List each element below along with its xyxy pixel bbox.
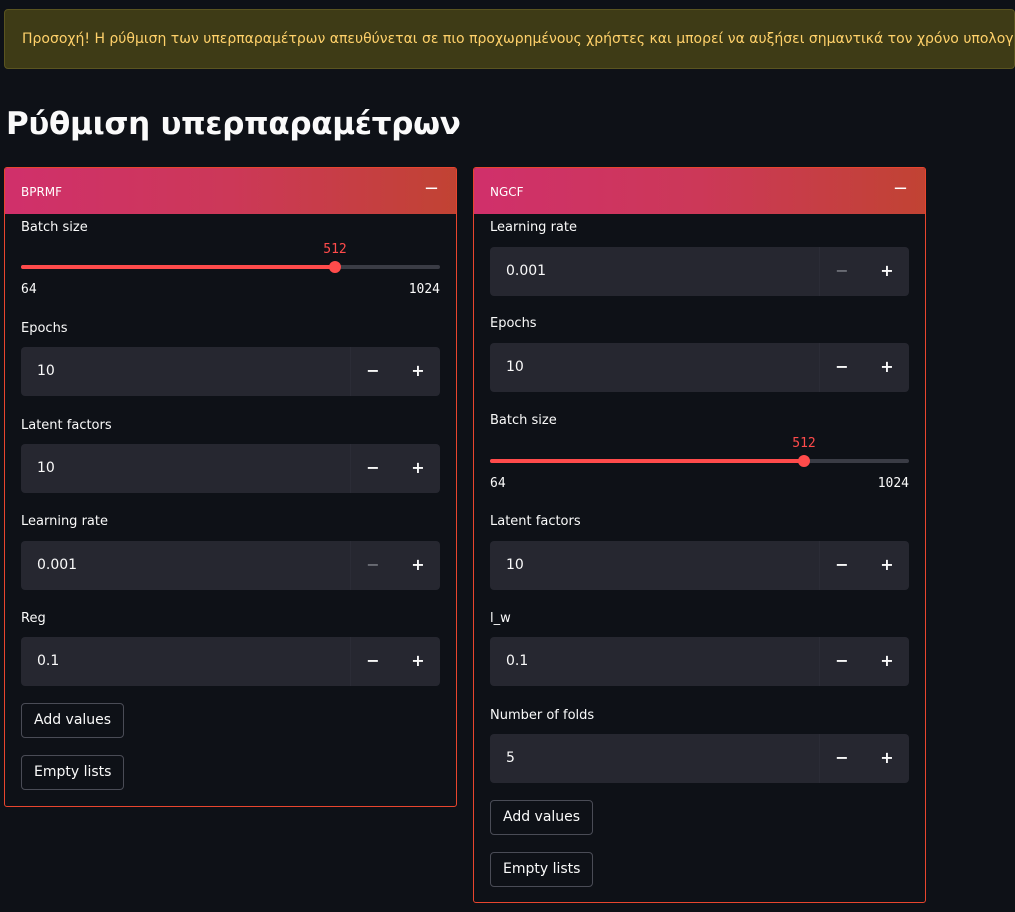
decrement-button[interactable]: − bbox=[358, 358, 388, 384]
warning-banner: Προσοχή! Η ρύθμιση των υπερπαραμέτρων απ… bbox=[4, 9, 1015, 69]
ngcf-add-values-button[interactable]: Add values bbox=[490, 800, 594, 835]
bprmf-empty-lists-button[interactable]: Empty lists bbox=[21, 755, 125, 790]
bprmf-reg-input[interactable]: 0.1 − + bbox=[21, 637, 440, 686]
ngcf-l-w-label: l_w bbox=[490, 611, 511, 626]
decrement-button[interactable]: − bbox=[827, 552, 857, 578]
bprmf-reg-label: Reg bbox=[21, 611, 46, 626]
ngcf-learning-rate-input[interactable]: 0.001 − + bbox=[490, 247, 909, 296]
input-value[interactable]: 0.1 bbox=[506, 653, 528, 669]
increment-button[interactable]: + bbox=[872, 258, 902, 284]
decrement-button[interactable]: − bbox=[827, 258, 857, 284]
decrement-button[interactable]: − bbox=[358, 648, 388, 674]
ngcf-expander: NGCF − Learning rate 0.001 − + Epochs 10… bbox=[473, 167, 926, 903]
input-value[interactable]: 5 bbox=[506, 750, 515, 766]
page-title: Ρύθμιση υπερπαραμέτρων bbox=[6, 106, 461, 142]
slider-current-value: 512 bbox=[323, 242, 347, 257]
bprmf-epochs-label: Epochs bbox=[21, 321, 68, 336]
ngcf-epochs-label: Epochs bbox=[490, 316, 537, 331]
increment-button[interactable]: + bbox=[872, 354, 902, 380]
bprmf-add-values-button[interactable]: Add values bbox=[21, 703, 125, 738]
ngcf-epochs-input[interactable]: 10 − + bbox=[490, 343, 909, 392]
slider-min-value: 64 bbox=[490, 476, 506, 491]
input-divider bbox=[819, 541, 820, 590]
bprmf-batch-size-slider[interactable]: 512 64 1024 bbox=[21, 242, 440, 298]
bprmf-expander-title: BPRMF bbox=[21, 185, 63, 199]
input-value[interactable]: 0.001 bbox=[37, 557, 77, 573]
input-divider bbox=[350, 347, 351, 396]
ngcf-empty-lists-button[interactable]: Empty lists bbox=[490, 852, 594, 887]
input-divider bbox=[819, 247, 820, 296]
collapse-icon[interactable]: − bbox=[424, 178, 439, 199]
input-divider bbox=[350, 637, 351, 686]
decrement-button[interactable]: − bbox=[358, 552, 388, 578]
slider-thumb[interactable] bbox=[798, 455, 810, 467]
input-value[interactable]: 0.001 bbox=[506, 263, 546, 279]
ngcf-l-w-input[interactable]: 0.1 − + bbox=[490, 637, 909, 686]
input-value[interactable]: 10 bbox=[37, 460, 55, 476]
ngcf-latent-factors-label: Latent factors bbox=[490, 514, 581, 529]
input-divider bbox=[819, 637, 820, 686]
ngcf-folds-label: Number of folds bbox=[490, 708, 595, 723]
slider-fill bbox=[21, 265, 335, 269]
decrement-button[interactable]: − bbox=[358, 455, 388, 481]
slider-min-value: 64 bbox=[21, 282, 37, 297]
bprmf-learning-rate-label: Learning rate bbox=[21, 514, 108, 529]
decrement-button[interactable]: − bbox=[827, 354, 857, 380]
bprmf-expander-header[interactable]: BPRMF − bbox=[5, 168, 456, 214]
increment-button[interactable]: + bbox=[872, 745, 902, 771]
input-value[interactable]: 10 bbox=[37, 363, 55, 379]
collapse-icon[interactable]: − bbox=[893, 178, 908, 199]
input-divider bbox=[819, 343, 820, 392]
slider-thumb[interactable] bbox=[329, 261, 341, 273]
ngcf-batch-size-slider[interactable]: 512 64 1024 bbox=[490, 436, 909, 492]
slider-max-value: 1024 bbox=[877, 476, 909, 491]
bprmf-latent-factors-label: Latent factors bbox=[21, 418, 112, 433]
ngcf-batch-size-label: Batch size bbox=[490, 413, 557, 428]
input-value[interactable]: 10 bbox=[506, 557, 524, 573]
input-divider bbox=[350, 541, 351, 590]
increment-button[interactable]: + bbox=[403, 648, 433, 674]
input-value[interactable]: 0.1 bbox=[37, 653, 59, 669]
ngcf-folds-input[interactable]: 5 − + bbox=[490, 734, 909, 783]
bprmf-latent-factors-input[interactable]: 10 − + bbox=[21, 444, 440, 493]
bprmf-epochs-input[interactable]: 10 − + bbox=[21, 347, 440, 396]
ngcf-learning-rate-label: Learning rate bbox=[490, 220, 577, 235]
ngcf-expander-title: NGCF bbox=[490, 185, 524, 199]
ngcf-latent-factors-input[interactable]: 10 − + bbox=[490, 541, 909, 590]
ngcf-expander-header[interactable]: NGCF − bbox=[474, 168, 925, 214]
slider-max-value: 1024 bbox=[408, 282, 440, 297]
increment-button[interactable]: + bbox=[403, 552, 433, 578]
bprmf-expander: BPRMF − Batch size 512 64 1024 Epochs 10… bbox=[4, 167, 457, 807]
input-divider bbox=[819, 734, 820, 783]
slider-current-value: 512 bbox=[792, 436, 816, 451]
bprmf-batch-size-label: Batch size bbox=[21, 220, 88, 235]
increment-button[interactable]: + bbox=[403, 455, 433, 481]
bprmf-learning-rate-input[interactable]: 0.001 − + bbox=[21, 541, 440, 590]
increment-button[interactable]: + bbox=[403, 358, 433, 384]
decrement-button[interactable]: − bbox=[827, 745, 857, 771]
decrement-button[interactable]: − bbox=[827, 648, 857, 674]
slider-fill bbox=[490, 459, 804, 463]
increment-button[interactable]: + bbox=[872, 648, 902, 674]
input-value[interactable]: 10 bbox=[506, 359, 524, 375]
increment-button[interactable]: + bbox=[872, 552, 902, 578]
input-divider bbox=[350, 444, 351, 493]
